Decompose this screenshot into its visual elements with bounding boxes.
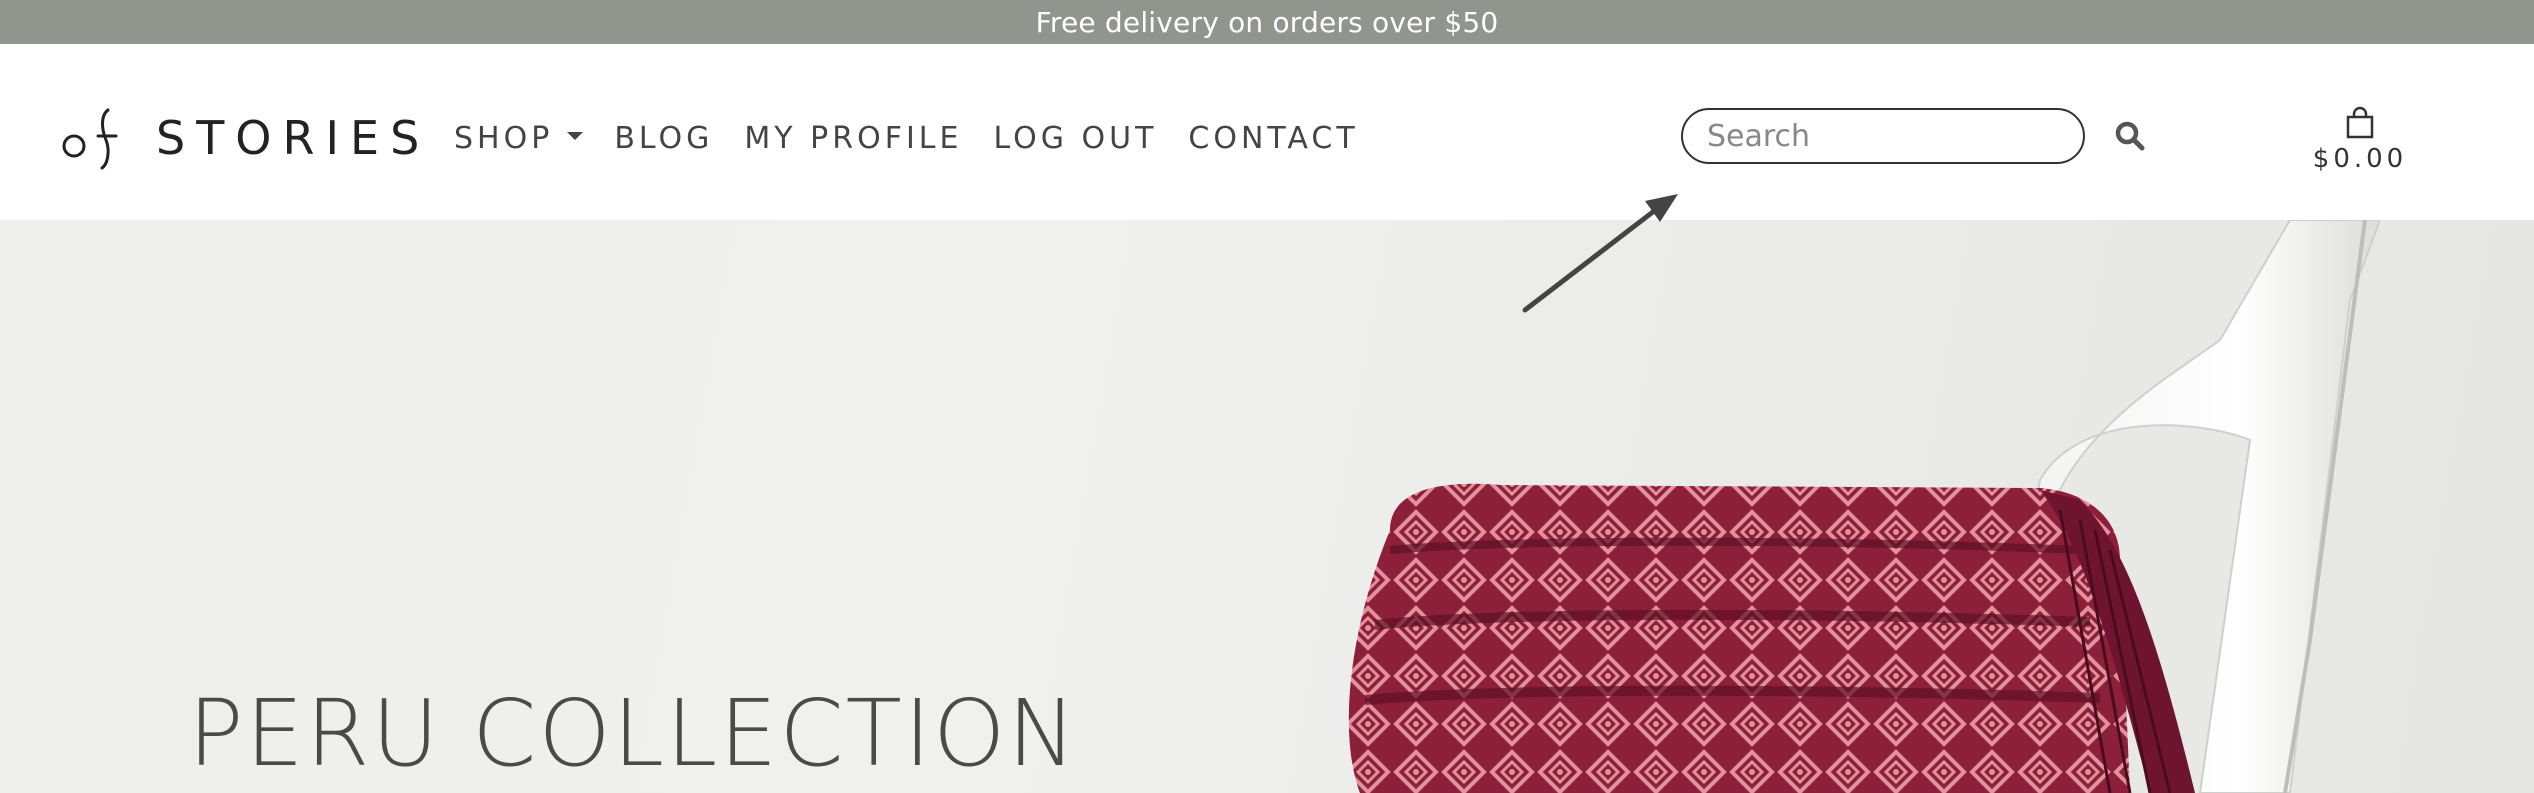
nav-item-blog[interactable]: BLOG xyxy=(614,121,713,156)
brand-logo[interactable]: STORIES xyxy=(60,106,430,170)
logo-text: STORIES xyxy=(156,111,431,165)
search-input[interactable] xyxy=(1681,108,2085,164)
hero-title: PERU COLLECTION xyxy=(188,680,1079,787)
nav-item-label: LOG OUT xyxy=(993,120,1158,156)
nav-item-my-profile[interactable]: MY PROFILE xyxy=(744,121,962,156)
search-button[interactable] xyxy=(2110,116,2150,156)
nav-item-label: MY PROFILE xyxy=(744,120,963,156)
site-header: STORIES SHOP BLOG MY PROFILE LOG OUT CON… xyxy=(0,44,2534,220)
nav-item-label: BLOG xyxy=(614,120,714,156)
promo-bar: Free delivery on orders over $50 xyxy=(0,0,2534,44)
shopping-bag-icon xyxy=(2346,106,2374,139)
caret-down-icon xyxy=(567,132,584,140)
main-nav: SHOP BLOG MY PROFILE LOG OUT CONTACT xyxy=(454,108,1390,168)
logo-mark-icon xyxy=(62,108,118,170)
nav-item-contact[interactable]: CONTACT xyxy=(1188,121,1358,156)
nav-item-log-out[interactable]: LOG OUT xyxy=(993,121,1157,156)
promo-text: Free delivery on orders over $50 xyxy=(1035,5,1499,39)
cart-button[interactable]: $0.00 xyxy=(2300,106,2420,186)
folded-blanket xyxy=(1348,483,2195,793)
search-box xyxy=(1681,108,2085,164)
hero-banner: PERU COLLECTION xyxy=(0,220,2534,793)
nav-item-shop[interactable]: SHOP xyxy=(454,120,584,156)
nav-item-label: CONTACT xyxy=(1188,120,1359,156)
nav-item-label: SHOP xyxy=(454,120,554,156)
cart-amount: $0.00 xyxy=(2312,144,2408,174)
search-icon xyxy=(2115,121,2145,151)
